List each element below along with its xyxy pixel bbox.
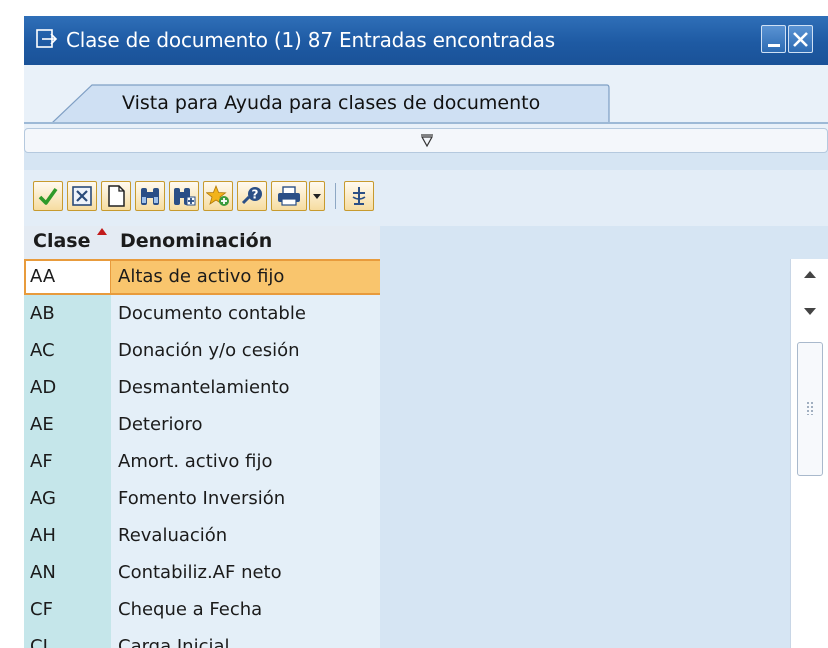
table-row[interactable]: AN Contabiliz.AF neto — [24, 555, 380, 591]
table-row[interactable]: CI Carga Inicial — [24, 629, 380, 648]
restrictions-toggle-bar[interactable] — [24, 128, 828, 153]
table-row[interactable]: AE Deterioro — [24, 407, 380, 443]
table-row[interactable]: AF Amort. activo fijo — [24, 444, 380, 480]
page-icon — [108, 185, 125, 207]
find-next-button[interactable] — [169, 181, 199, 211]
cell-clase[interactable]: AC — [24, 333, 111, 369]
tab-divider — [24, 122, 828, 124]
dialog-arrow-icon — [36, 29, 58, 49]
table-row[interactable]: AD Desmantelamiento — [24, 370, 380, 406]
column-header-denominacion[interactable]: Denominación — [120, 230, 272, 252]
tab-label: Vista para Ayuda para clases de document… — [122, 92, 541, 114]
find-button[interactable] — [135, 181, 165, 211]
grip-icon — [806, 401, 814, 415]
close-icon — [793, 32, 808, 47]
scroll-up-icon[interactable] — [804, 271, 816, 278]
help-button[interactable]: ? — [237, 181, 267, 211]
table-row[interactable]: CF Cheque a Fecha — [24, 592, 380, 628]
cell-denominacion[interactable]: Revaluación — [111, 518, 380, 554]
cancel-box-icon — [72, 186, 92, 206]
table-row[interactable]: AC Donación y/o cesión — [24, 333, 380, 369]
dropdown-icon — [313, 194, 321, 199]
minimize-button[interactable] — [761, 25, 786, 53]
cell-denominacion[interactable]: Contabiliz.AF neto — [111, 555, 380, 591]
pin-icon — [352, 187, 366, 205]
binoculars-plus-icon — [174, 188, 196, 206]
cell-clase[interactable]: AA — [24, 259, 111, 295]
toolbar-separator — [335, 183, 336, 209]
cell-clase[interactable]: CF — [24, 592, 111, 628]
print-options-button[interactable] — [309, 181, 325, 211]
cell-clase[interactable]: AE — [24, 407, 111, 443]
cell-denominacion[interactable]: Fomento Inversión — [111, 481, 380, 517]
close-button[interactable] — [788, 25, 813, 53]
new-button[interactable] — [101, 181, 131, 211]
binoculars-icon — [141, 188, 159, 205]
value-help-dialog: Clase de documento (1) 87 Entradas encon… — [24, 16, 828, 648]
results-table: AA Altas de activo fijo AB Documento contab… — [24, 259, 828, 648]
table-row[interactable]: AB Documento contable — [24, 296, 380, 332]
table-header: Clase Denominación — [24, 226, 380, 259]
cell-clase[interactable]: AG — [24, 481, 111, 517]
table-row[interactable]: AA Altas de activo fijo — [24, 259, 380, 295]
table-row[interactable]: AH Revaluación — [24, 518, 380, 554]
expand-triangle-icon[interactable] — [419, 132, 435, 148]
help-icon: ? — [241, 187, 262, 205]
add-favorite-button[interactable] — [203, 181, 233, 211]
sort-ascending-icon — [97, 228, 107, 235]
printer-icon — [278, 186, 300, 206]
title-bar[interactable]: Clase de documento (1) 87 Entradas encon… — [24, 16, 828, 65]
cell-denominacion[interactable]: Donación y/o cesión — [111, 333, 380, 369]
window-title: Clase de documento (1) 87 Entradas encon… — [66, 28, 555, 52]
star-plus-icon — [206, 185, 229, 206]
cell-denominacion[interactable]: Desmantelamiento — [111, 370, 380, 406]
column-header-clase[interactable]: Clase — [33, 230, 90, 252]
technical-info-button[interactable] — [344, 181, 374, 211]
scrollbar-thumb[interactable] — [797, 342, 823, 476]
scroll-down-icon[interactable] — [804, 308, 816, 315]
cell-denominacion[interactable]: Cheque a Fecha — [111, 592, 380, 628]
cell-clase[interactable]: AH — [24, 518, 111, 554]
cell-clase[interactable]: AN — [24, 555, 111, 591]
toolbar: ? — [24, 170, 828, 226]
svg-text:?: ? — [252, 188, 259, 202]
cell-clase[interactable]: AB — [24, 296, 111, 332]
vertical-scrollbar[interactable] — [790, 259, 828, 648]
cell-clase[interactable]: CI — [24, 629, 111, 648]
cell-denominacion[interactable]: Documento contable — [111, 296, 380, 332]
tab-help-view[interactable]: Vista para Ayuda para clases de document… — [52, 84, 610, 123]
cell-denominacion[interactable]: Deterioro — [111, 407, 380, 443]
cell-denominacion[interactable]: Amort. activo fijo — [111, 444, 380, 480]
print-button[interactable] — [271, 181, 307, 211]
cell-clase[interactable]: AD — [24, 370, 111, 406]
check-icon — [38, 187, 58, 205]
cell-denominacion[interactable]: Carga Inicial — [111, 629, 380, 648]
table-row[interactable]: AG Fomento Inversión — [24, 481, 380, 517]
confirm-button[interactable] — [33, 181, 63, 211]
cell-denominacion[interactable]: Altas de activo fijo — [111, 259, 380, 295]
cancel-button[interactable] — [67, 181, 97, 211]
cell-clase[interactable]: AF — [24, 444, 111, 480]
